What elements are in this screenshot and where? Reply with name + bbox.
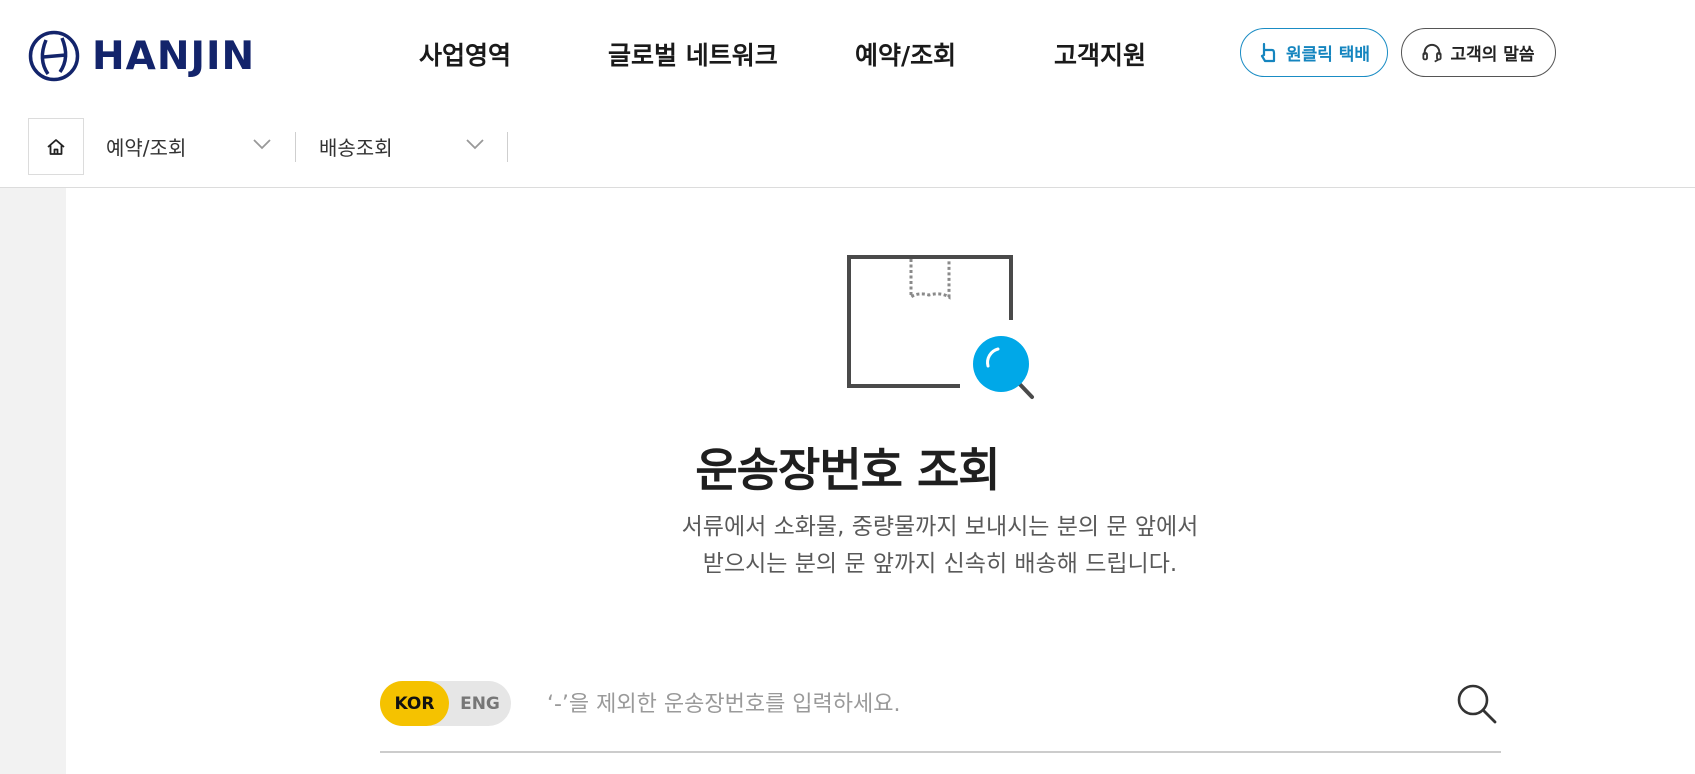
customer-voice-button[interactable]: 고객의 말씀 — [1401, 28, 1556, 77]
breadcrumb-level1-dropdown[interactable]: 예약/조회 — [106, 118, 272, 175]
chevron-down-icon — [253, 139, 271, 150]
lang-kor-button[interactable]: KOR — [380, 681, 449, 726]
nav-global-network[interactable]: 글로벌 네트워크 — [608, 36, 778, 72]
search-icon[interactable] — [1456, 683, 1498, 725]
tracking-number-input[interactable] — [547, 687, 1407, 721]
description-line-2: 받으시는 분의 문 앞까지 신속히 배송해 드립니다. — [702, 551, 1178, 577]
one-click-delivery-label: 원클릭 택배 — [1285, 45, 1371, 65]
chevron-down-icon — [466, 139, 484, 150]
home-button[interactable] — [28, 118, 84, 175]
nav-reservation[interactable]: 예약/조회 — [855, 36, 956, 72]
home-icon — [47, 138, 65, 155]
language-toggle: KOR ENG — [380, 681, 511, 726]
search-underline — [380, 751, 1501, 753]
breadcrumb: 예약/조회 배송조회 — [0, 110, 1695, 188]
breadcrumb-level2-dropdown[interactable]: 배송조회 — [319, 118, 485, 175]
headset-icon — [1422, 43, 1442, 62]
nav-customer-support[interactable]: 고객지원 — [1054, 36, 1146, 72]
breadcrumb-divider — [295, 132, 296, 162]
nav-business[interactable]: 사업영역 — [419, 36, 511, 72]
breadcrumb-level2-label: 배송조회 — [319, 136, 393, 160]
page-description: 서류에서 소화물, 중량물까지 보내시는 분의 문 앞에서 받으시는 분의 문 … — [0, 509, 1695, 583]
page-title: 운송장번호 조회 — [695, 443, 1000, 497]
tracking-search-form: KOR ENG — [380, 681, 1501, 753]
one-click-delivery-button[interactable]: 원클릭 택배 — [1240, 28, 1388, 77]
description-line-1: 서류에서 소화물, 중량물까지 보내시는 분의 문 앞에서 — [681, 514, 1199, 540]
site-header: HANJIN 사업영역 글로벌 네트워크 예약/조회 고객지원 원클릭 택배 고… — [0, 0, 1695, 110]
lang-eng-button[interactable]: ENG — [449, 681, 511, 726]
pointing-hand-icon — [1260, 42, 1276, 62]
breadcrumb-level1-label: 예약/조회 — [106, 136, 187, 160]
customer-voice-label: 고객의 말씀 — [1450, 45, 1535, 65]
breadcrumb-divider — [507, 132, 508, 162]
box-search-icon — [847, 255, 1034, 399]
